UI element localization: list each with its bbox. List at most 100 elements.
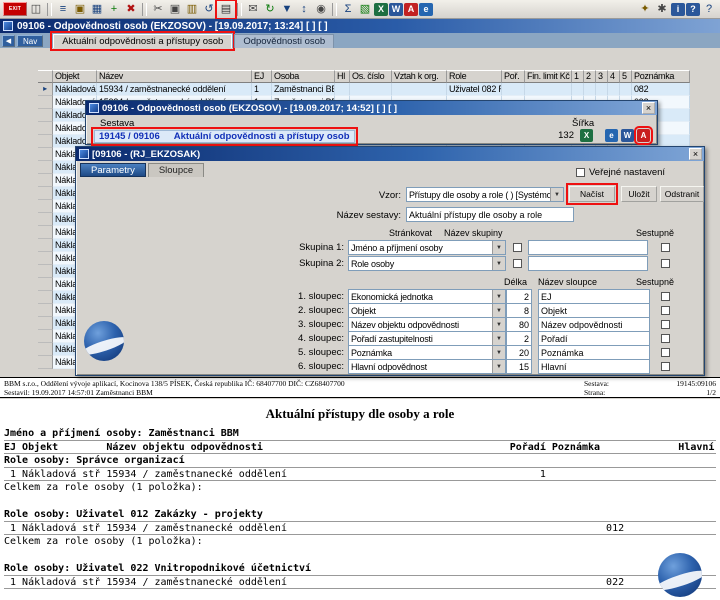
report-dialog-titlebar[interactable]: 09106 - Odpovědnosti osob (EKZOSOV) - [1… bbox=[86, 101, 657, 115]
column-header-3[interactable]: 3 bbox=[596, 70, 608, 83]
chevron-down-icon[interactable]: ▼ bbox=[492, 332, 505, 345]
sloupec-1-combo[interactable]: Ekonomická jednotka▼ bbox=[348, 289, 506, 304]
table-row[interactable]: ▸Nákladová15934 / zaměstnanecké oddělení… bbox=[38, 83, 690, 96]
sestupne-checkbox[interactable] bbox=[661, 362, 670, 371]
exit-icon[interactable]: EXIT bbox=[3, 2, 27, 16]
delete-record-icon[interactable]: ✖ bbox=[123, 2, 139, 17]
tab-aktualni-odpovednosti-a-pristupy-osob[interactable]: Aktuální odpovědnosti a přístupy osob bbox=[53, 34, 232, 48]
nazev-sloupce-input[interactable] bbox=[538, 331, 650, 346]
sestupne-checkbox[interactable] bbox=[661, 306, 670, 315]
nazev-sloupce-input[interactable] bbox=[538, 345, 650, 360]
find-icon[interactable]: ◉ bbox=[313, 2, 329, 17]
column-header-po-[interactable]: Poř. bbox=[502, 70, 525, 83]
nazev-sloupce-input[interactable] bbox=[538, 289, 650, 304]
chevron-down-icon[interactable]: ▼ bbox=[550, 188, 563, 201]
open-form-icon[interactable]: ▣ bbox=[72, 2, 88, 17]
delka-input[interactable] bbox=[506, 303, 532, 318]
column-header-ej[interactable]: EJ bbox=[252, 70, 272, 83]
sestupne-checkbox[interactable] bbox=[661, 292, 670, 301]
nav-panel-tab[interactable]: Nav bbox=[17, 35, 43, 47]
verejne-nastaveni-checkbox[interactable] bbox=[576, 168, 585, 177]
key-icon[interactable]: ✦ bbox=[637, 2, 653, 17]
chevron-down-icon[interactable]: ▼ bbox=[492, 257, 505, 270]
sum-icon[interactable]: Σ bbox=[340, 2, 356, 17]
column-header-1[interactable]: 1 bbox=[572, 70, 584, 83]
word-icon[interactable]: W bbox=[389, 3, 403, 16]
chevron-down-icon[interactable]: ▼ bbox=[492, 318, 505, 331]
close-icon[interactable]: × bbox=[642, 102, 655, 114]
menu-icon[interactable]: ≡ bbox=[55, 2, 71, 17]
help-icon[interactable]: ? bbox=[686, 3, 700, 16]
delka-input[interactable] bbox=[506, 317, 532, 332]
sloupec-3-combo[interactable]: Název objektu odpovědnosti▼ bbox=[348, 317, 506, 332]
context-help-icon[interactable]: ? bbox=[701, 2, 717, 17]
nazev-sloupce-input[interactable] bbox=[538, 303, 650, 318]
nazev-skupiny-input[interactable] bbox=[528, 256, 648, 271]
column-header-fin-limit-k-[interactable]: Fin. limit Kč bbox=[525, 70, 572, 83]
skupina-2-combo[interactable]: Role osoby▼ bbox=[348, 256, 506, 271]
sloupec-4-combo[interactable]: Pořadí zastupitelnosti▼ bbox=[348, 331, 506, 346]
word-export-icon[interactable]: W bbox=[621, 129, 634, 142]
chevron-down-icon[interactable]: ▼ bbox=[492, 241, 505, 254]
paste-icon[interactable]: ▥ bbox=[184, 2, 200, 17]
ulozit-button[interactable]: Uložit bbox=[621, 186, 657, 202]
refresh-icon[interactable]: ↻ bbox=[262, 2, 278, 17]
params-dialog-titlebar[interactable]: [09106 - (RJ_EKZOSAK) × bbox=[76, 147, 704, 161]
save-icon[interactable]: ▦ bbox=[89, 2, 105, 17]
info-icon[interactable]: i bbox=[671, 3, 685, 16]
nacist-button[interactable]: Načíst bbox=[569, 186, 615, 202]
copy-icon[interactable]: ▣ bbox=[167, 2, 183, 17]
chevron-down-icon[interactable]: ▼ bbox=[492, 346, 505, 359]
column-header-pozn-mka[interactable]: Poznámka bbox=[632, 70, 690, 83]
settings-icon[interactable]: ✱ bbox=[654, 2, 670, 17]
nazev-skupiny-input[interactable] bbox=[528, 240, 648, 255]
nazev-sestavy-input[interactable] bbox=[406, 207, 574, 222]
nazev-sloupce-input[interactable] bbox=[538, 317, 650, 332]
tab-parametry[interactable]: Parametry bbox=[80, 163, 146, 177]
pdf-icon[interactable]: A bbox=[404, 3, 418, 16]
sestupne-checkbox[interactable] bbox=[661, 320, 670, 329]
column-header-4[interactable]: 4 bbox=[608, 70, 620, 83]
skupina-1-combo[interactable]: Jméno a příjmení osoby▼ bbox=[348, 240, 506, 255]
nazev-sloupce-input[interactable] bbox=[538, 359, 650, 374]
odstranit-button[interactable]: Odstranit bbox=[660, 186, 704, 202]
delka-input[interactable] bbox=[506, 359, 532, 374]
filter-icon[interactable]: ▼ bbox=[279, 2, 295, 17]
cut-icon[interactable]: ✂ bbox=[150, 2, 166, 17]
sloupec-5-combo[interactable]: Poznámka▼ bbox=[348, 345, 506, 360]
globe-icon[interactable]: e bbox=[419, 3, 433, 16]
strankovat-checkbox[interactable] bbox=[513, 243, 522, 252]
chevron-down-icon[interactable]: ▼ bbox=[492, 360, 505, 373]
column-header-role[interactable]: Role bbox=[447, 70, 502, 83]
report-list-selected-row[interactable]: 19145 / 09106 Aktuální odpovědnosti a př… bbox=[94, 130, 355, 143]
sloupec-6-combo[interactable]: Hlavní odpovědnost▼ bbox=[348, 359, 506, 374]
tab-sloupce[interactable]: Sloupce bbox=[148, 163, 204, 177]
sestupne-checkbox[interactable] bbox=[661, 259, 670, 268]
column-header-2[interactable]: 2 bbox=[584, 70, 596, 83]
chevron-down-icon[interactable]: ▼ bbox=[492, 290, 505, 303]
column-header-hl[interactable]: Hl bbox=[335, 70, 350, 83]
sestupne-checkbox[interactable] bbox=[661, 348, 670, 357]
column-header-osoba[interactable]: Osoba bbox=[272, 70, 335, 83]
delka-input[interactable] bbox=[506, 345, 532, 360]
sestupne-checkbox[interactable] bbox=[661, 243, 670, 252]
vzor-combo[interactable]: Přístupy dle osoby a role ( ) [Systémové… bbox=[406, 187, 564, 202]
nav-collapse-button[interactable]: ◀ bbox=[2, 35, 15, 47]
html-export-icon[interactable]: e bbox=[605, 129, 618, 142]
strankovat-checkbox[interactable] bbox=[513, 259, 522, 268]
sestupne-checkbox[interactable] bbox=[661, 334, 670, 343]
delka-input[interactable] bbox=[506, 331, 532, 346]
close-icon[interactable]: × bbox=[689, 148, 702, 160]
print-report-icon[interactable]: ▤ bbox=[218, 2, 234, 17]
column-header-5[interactable]: 5 bbox=[620, 70, 632, 83]
excel-export-icon[interactable]: X bbox=[580, 129, 593, 142]
column-header-vztah-k-org-[interactable]: Vztah k org. bbox=[392, 70, 447, 83]
mail-icon[interactable]: ✉ bbox=[245, 2, 261, 17]
excel-icon[interactable]: X bbox=[374, 3, 388, 16]
sort-icon[interactable]: ↕ bbox=[296, 2, 312, 17]
delka-input[interactable] bbox=[506, 289, 532, 304]
column-header-n-zev[interactable]: Název bbox=[97, 70, 252, 83]
chart-icon[interactable]: ▧ bbox=[357, 2, 373, 17]
column-header-objekt[interactable]: Objekt bbox=[53, 70, 97, 83]
new-record-icon[interactable]: + bbox=[106, 2, 122, 17]
